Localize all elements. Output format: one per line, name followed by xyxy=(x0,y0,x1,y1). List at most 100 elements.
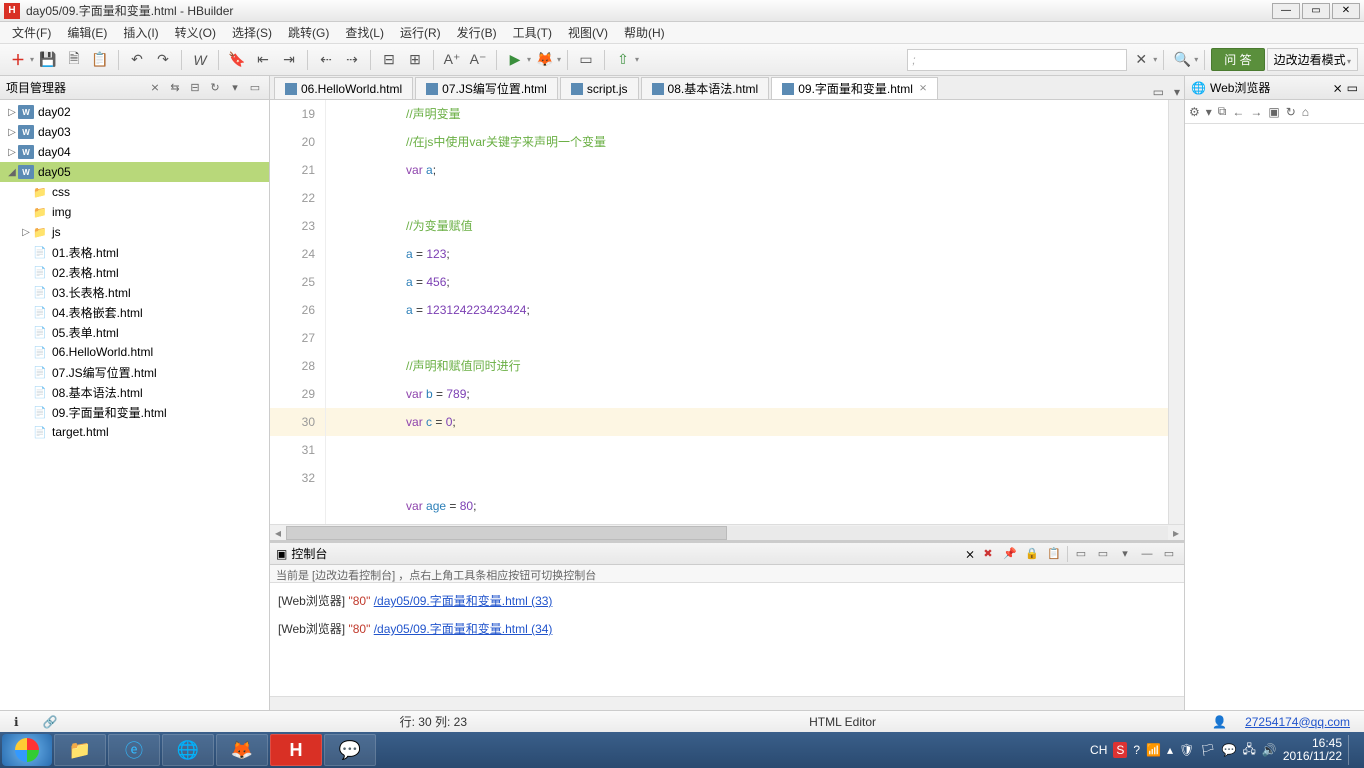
tray-shield-icon[interactable]: 🛡 xyxy=(1179,743,1194,757)
menu-item[interactable]: 插入(I) xyxy=(115,22,166,43)
vertical-scrollbar[interactable] xyxy=(1168,100,1184,524)
editor-tab[interactable]: 08.基本语法.html xyxy=(641,77,770,99)
system-clock[interactable]: 16:452016/11/22 xyxy=(1283,737,1342,763)
tree-item[interactable]: 📁css xyxy=(0,182,269,202)
run-button[interactable]: ▶ xyxy=(503,48,527,72)
collapse-button[interactable]: ⊟ xyxy=(377,48,401,72)
tree-item[interactable]: 📄03.长表格.html xyxy=(0,282,269,302)
font-decrease-button[interactable]: A⁻ xyxy=(466,48,490,72)
editor-tab[interactable]: 07.JS编写位置.html xyxy=(415,77,558,99)
device-button[interactable]: ▭ xyxy=(574,48,598,72)
console-lock-button[interactable]: 🔒 xyxy=(1023,545,1041,563)
tree-item[interactable]: ▷Wday04 xyxy=(0,142,269,162)
ie-taskbar-icon[interactable]: ⓔ xyxy=(108,734,160,766)
outdent-button[interactable]: ⇠ xyxy=(314,48,338,72)
format-button[interactable]: W xyxy=(188,48,212,72)
tree-item[interactable]: 📄05.表单.html xyxy=(0,322,269,342)
tray-help-icon[interactable]: ? xyxy=(1133,743,1140,757)
tree-item[interactable]: 📄07.JS编写位置.html xyxy=(0,362,269,382)
save-all-button[interactable]: 🗎 xyxy=(62,48,86,72)
console-output[interactable]: [Web浏览器] "80" /day05/09.字面量和变量.html (33)… xyxy=(270,583,1184,696)
console-menu-button[interactable]: ▾ xyxy=(1116,545,1134,563)
ime-indicator[interactable]: CH xyxy=(1090,743,1107,757)
firefox-taskbar-icon[interactable]: 🦊 xyxy=(216,734,268,766)
menu-item[interactable]: 文件(F) xyxy=(4,22,59,43)
view-mode-select[interactable]: 边改边看模式 ▾ xyxy=(1267,48,1358,71)
menu-item[interactable]: 运行(R) xyxy=(392,22,449,43)
tray-vol-icon[interactable]: 🔊 xyxy=(1262,743,1277,757)
menu-item[interactable]: 发行(B) xyxy=(449,22,505,43)
expand-button[interactable]: ⊞ xyxy=(403,48,427,72)
forward-icon[interactable]: → xyxy=(1250,105,1262,119)
chat-taskbar-icon[interactable]: 💬 xyxy=(324,734,376,766)
search-icon[interactable]: 🔍 xyxy=(1170,48,1194,72)
explorer-taskbar-icon[interactable]: 📁 xyxy=(54,734,106,766)
firefox-icon[interactable]: 🦊 xyxy=(533,48,557,72)
code-area[interactable]: //声明变量 //在js中使用var关键字来声明一个变量 var a; //为变… xyxy=(326,100,1168,524)
menu-item[interactable]: 选择(S) xyxy=(224,22,280,43)
show-desktop-button[interactable] xyxy=(1348,735,1356,765)
clear-search-button[interactable]: ✕ xyxy=(1129,48,1153,72)
upload-button[interactable]: ⇧ xyxy=(611,48,635,72)
stop-icon[interactable]: ▣ xyxy=(1268,105,1279,119)
tree-item[interactable]: 📄04.表格嵌套.html xyxy=(0,302,269,322)
console-toggle2-button[interactable]: ▭ xyxy=(1094,545,1112,563)
console-toggle1-button[interactable]: ▭ xyxy=(1072,545,1090,563)
tray-up-icon[interactable]: ▴ xyxy=(1167,743,1173,757)
menu-item[interactable]: 转义(O) xyxy=(167,22,224,43)
tree-item[interactable]: ▷📁js xyxy=(0,222,269,242)
console-max-button[interactable]: ▭ xyxy=(1160,545,1178,563)
indent-right-button[interactable]: ⇥ xyxy=(277,48,301,72)
search-input[interactable] xyxy=(907,49,1127,71)
minimize-icon[interactable]: ▭ xyxy=(247,80,263,96)
tray-network-icon[interactable]: 📶 xyxy=(1146,743,1161,757)
editor-tab[interactable]: 06.HelloWorld.html xyxy=(274,77,413,99)
bookmark-icon[interactable]: 🔖 xyxy=(225,48,249,72)
indent-left-button[interactable]: ⇤ xyxy=(251,48,275,72)
tree-item[interactable]: 📄02.表格.html xyxy=(0,262,269,282)
console-clear-button[interactable]: ✖ xyxy=(979,545,997,563)
qa-button[interactable]: 问 答 xyxy=(1211,48,1264,71)
editor-tab[interactable]: 09.字面量和变量.html⨯ xyxy=(771,77,938,99)
horizontal-scrollbar[interactable]: ◂ ▸ xyxy=(270,524,1184,540)
scroll-right-icon[interactable]: ▸ xyxy=(1168,526,1184,540)
console-close-icon[interactable]: ⨯ xyxy=(965,547,975,561)
redo-button[interactable]: ↷ xyxy=(151,48,175,72)
paste-button[interactable]: 📋 xyxy=(88,48,112,72)
start-button[interactable] xyxy=(2,734,52,766)
menu-item[interactable]: 编辑(E) xyxy=(59,22,115,43)
maximize-button[interactable]: ▭ xyxy=(1302,3,1330,19)
tree-item[interactable]: 📄09.字面量和变量.html xyxy=(0,402,269,422)
console-link[interactable]: /day05/09.字面量和变量.html (33) xyxy=(374,594,553,608)
browser-close-icon[interactable]: ⨯ xyxy=(1333,81,1343,95)
console-scrollbar[interactable] xyxy=(270,696,1184,710)
console-min-button[interactable]: — xyxy=(1138,545,1156,563)
console-copy-button[interactable]: 📋 xyxy=(1045,545,1063,563)
console-pin-button[interactable]: 📌 xyxy=(1001,545,1019,563)
editor-tab[interactable]: script.js xyxy=(560,77,639,99)
menu-item[interactable]: 帮助(H) xyxy=(616,22,673,43)
reload-icon[interactable]: ↻ xyxy=(1286,105,1296,119)
tree-item[interactable]: 📄target.html xyxy=(0,422,269,442)
font-increase-button[interactable]: A⁺ xyxy=(440,48,464,72)
minimize-button[interactable]: — xyxy=(1272,3,1300,19)
tree-item[interactable]: ▷Wday03 xyxy=(0,122,269,142)
tree-item[interactable]: ◢Wday05 xyxy=(0,162,269,182)
new-button[interactable]: ＋ xyxy=(6,48,30,72)
scroll-thumb[interactable] xyxy=(286,526,727,540)
tree-item[interactable]: ▷Wday02 xyxy=(0,102,269,122)
save-button[interactable]: 💾 xyxy=(36,48,60,72)
menu-item[interactable]: 跳转(G) xyxy=(280,22,337,43)
tray-msg-icon[interactable]: 💬 xyxy=(1222,743,1237,757)
refresh-icon[interactable]: ↻ xyxy=(207,80,223,96)
hbuilder-taskbar-icon[interactable]: H xyxy=(270,734,322,766)
tray-net-icon[interactable]: 🖧 xyxy=(1242,740,1255,761)
menu-item[interactable]: 查找(L) xyxy=(337,22,392,43)
tree-item[interactable]: 📄06.HelloWorld.html xyxy=(0,342,269,362)
tree-item[interactable]: 📄01.表格.html xyxy=(0,242,269,262)
open-external-icon[interactable]: ⧉ xyxy=(1218,104,1227,119)
tree-item[interactable]: 📁img xyxy=(0,202,269,222)
chrome-taskbar-icon[interactable]: 🌐 xyxy=(162,734,214,766)
code-editor[interactable]: 1920212223242526272829303132 //声明变量 //在j… xyxy=(270,100,1184,524)
console-link[interactable]: /day05/09.字面量和变量.html (34) xyxy=(374,622,553,636)
